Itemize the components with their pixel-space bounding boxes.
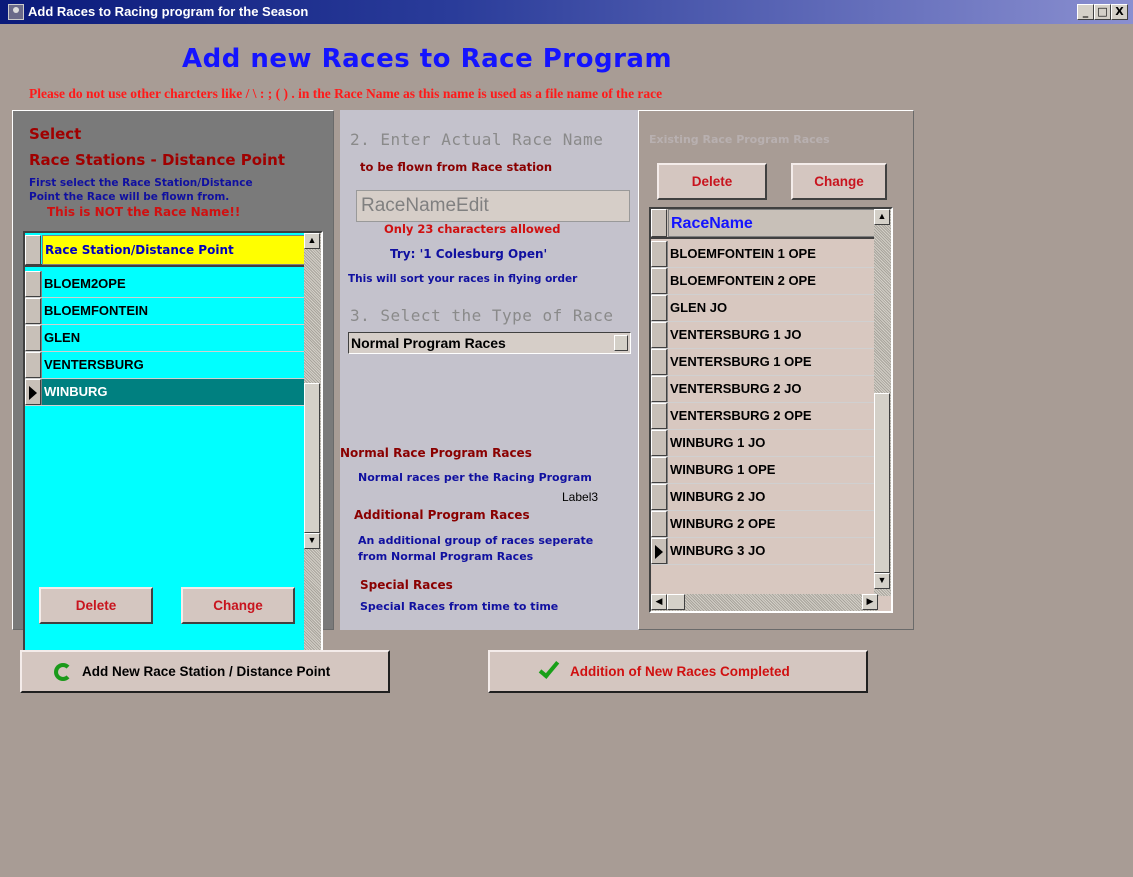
scroll-up-icon[interactable]: ▲ <box>304 233 320 249</box>
race-cell: WINBURG 2 JO <box>667 484 878 510</box>
table-row[interactable]: WINBURG 3 JO <box>651 538 878 565</box>
station-cell: BLOEM2OPE <box>41 271 308 297</box>
char-limit: Only 23 characters allowed <box>384 222 561 236</box>
select-label: Select <box>29 125 82 143</box>
scroll-down-icon[interactable]: ▼ <box>874 573 890 589</box>
race-type-value: Normal Program Races <box>351 335 506 351</box>
racename-column-header[interactable]: RaceName <box>668 209 878 237</box>
race-type-select[interactable]: Normal Program Races <box>348 332 631 354</box>
station-vertical-scrollbar[interactable]: ▲ ▼ <box>304 233 321 670</box>
scroll-right-icon[interactable]: ▶ <box>862 594 878 610</box>
table-row[interactable]: BLOEM2OPE <box>25 271 308 298</box>
additional-races-desc-2: from Normal Program Races <box>358 550 534 563</box>
table-row[interactable]: WINBURG 2 JO <box>651 484 878 511</box>
table-row[interactable]: VENTERSBURG <box>25 352 308 379</box>
table-row[interactable]: VENTERSBURG 1 JO <box>651 322 878 349</box>
help-text-2: Point the Race will be flown from. <box>29 191 230 203</box>
sort-note: This will sort your races in flying orde… <box>348 273 578 285</box>
table-row[interactable]: GLEN <box>25 325 308 352</box>
normal-races-title: Normal Race Program Races <box>340 446 532 460</box>
race-cell: WINBURG 2 OPE <box>667 511 878 537</box>
label3: Label3 <box>562 490 599 504</box>
step2-label: 2. Enter Actual Race Name <box>350 130 604 149</box>
minimize-button[interactable]: _ <box>1077 4 1094 20</box>
checkmark-icon <box>538 657 560 679</box>
table-row[interactable]: GLEN JO <box>651 295 878 322</box>
add-station-label: Add New Race Station / Distance Point <box>82 664 331 679</box>
row-pointer-icon <box>29 386 37 400</box>
station-cell: WINBURG <box>41 379 308 405</box>
additional-races-desc-1: An additional group of races seperate <box>358 534 594 547</box>
race-delete-button[interactable]: Delete <box>657 163 767 200</box>
existing-races-title: Existing Race Program Races <box>649 133 830 146</box>
help-text-1: First select the Race Station/Distance <box>29 177 253 189</box>
table-row[interactable]: WINBURG 1 JO <box>651 430 878 457</box>
station-change-button[interactable]: Change <box>181 587 295 624</box>
table-row[interactable]: VENTERSBURG 2 JO <box>651 376 878 403</box>
step2-sub: to be flown from Race station <box>360 160 553 174</box>
completed-label: Addition of New Races Completed <box>570 664 790 679</box>
table-row[interactable]: BLOEMFONTEIN 2 OPE <box>651 268 878 295</box>
window-title: Add Races to Racing program for the Seas… <box>28 4 309 19</box>
race-cell: WINBURG 1 JO <box>667 430 878 456</box>
table-row[interactable]: BLOEMFONTEIN <box>25 298 308 325</box>
close-button[interactable]: X <box>1111 4 1128 20</box>
station-delete-button[interactable]: Delete <box>39 587 153 624</box>
race-cell: WINBURG 1 OPE <box>667 457 878 483</box>
scroll-up-icon[interactable]: ▲ <box>874 209 890 225</box>
completed-button[interactable]: Addition of New Races Completed <box>488 650 868 693</box>
title-bar: Add Races to Racing program for the Seas… <box>0 0 1133 24</box>
station-cell: GLEN <box>41 325 308 351</box>
additional-races-title: Additional Program Races <box>354 508 530 522</box>
race-station-panel: Select Race Stations - Distance Point Fi… <box>12 110 334 689</box>
table-row-selected[interactable]: WINBURG <box>25 379 308 406</box>
special-races-desc: Special Races from time to time <box>360 600 559 613</box>
add-station-button[interactable]: Add New Race Station / Distance Point <box>20 650 390 693</box>
race-cell: VENTERSBURG 1 JO <box>667 322 878 348</box>
app-icon <box>8 4 24 20</box>
scroll-left-icon[interactable]: ◀ <box>651 594 667 610</box>
race-change-button[interactable]: Change <box>791 163 887 200</box>
race-cell: GLEN JO <box>667 295 878 321</box>
step3-label: 3. Select the Type of Race <box>350 306 614 325</box>
races-vertical-scrollbar[interactable]: ▲ ▼ <box>874 209 891 596</box>
race-cell: BLOEMFONTEIN 2 OPE <box>667 268 878 294</box>
row-pointer-icon <box>655 545 663 559</box>
existing-races-panel: Existing Race Program Races Delete Chang… <box>638 110 914 630</box>
race-name-panel: 2. Enter Actual Race Name to be flown fr… <box>340 110 638 630</box>
race-cell: VENTERSBURG 1 OPE <box>667 349 878 375</box>
station-cell: VENTERSBURG <box>41 352 308 378</box>
race-stations-heading: Race Stations - Distance Point <box>29 151 286 169</box>
not-race-name-warning: This is NOT the Race Name!! <box>47 205 241 219</box>
table-row[interactable]: VENTERSBURG 1 OPE <box>651 349 878 376</box>
special-races-title: Special Races <box>360 578 453 592</box>
dropdown-spin-icon[interactable] <box>614 335 628 351</box>
table-row[interactable]: VENTERSBURG 2 OPE <box>651 403 878 430</box>
table-row[interactable]: WINBURG 1 OPE <box>651 457 878 484</box>
normal-races-desc: Normal races per the Racing Program <box>358 471 592 484</box>
races-grid[interactable]: RaceName BLOEMFONTEIN 1 OPE BLOEMFONTEIN … <box>649 207 893 613</box>
warning-text: Please do not use other charcters like /… <box>29 86 663 101</box>
races-horizontal-scrollbar[interactable]: ◀ ▶ <box>651 594 878 611</box>
scroll-down-icon[interactable]: ▼ <box>304 533 320 549</box>
race-cell: VENTERSBURG 2 JO <box>667 376 878 402</box>
maximize-button[interactable]: □ <box>1094 4 1111 20</box>
page-heading: Add new Races to Race Program <box>182 44 673 74</box>
station-column-header[interactable]: Race Station/Distance Point <box>42 235 308 265</box>
table-row[interactable]: WINBURG 2 OPE <box>651 511 878 538</box>
race-cell: VENTERSBURG 2 OPE <box>667 403 878 429</box>
table-row[interactable]: BLOEMFONTEIN 1 OPE <box>651 241 878 268</box>
race-cell: WINBURG 3 JO <box>667 538 878 564</box>
race-name-input[interactable]: RaceNameEdit <box>356 190 630 222</box>
race-cell: BLOEMFONTEIN 1 OPE <box>667 241 878 267</box>
station-cell: BLOEMFONTEIN <box>41 298 308 324</box>
refresh-icon <box>54 663 72 681</box>
try-hint: Try: '1 Colesburg Open' <box>390 247 548 261</box>
